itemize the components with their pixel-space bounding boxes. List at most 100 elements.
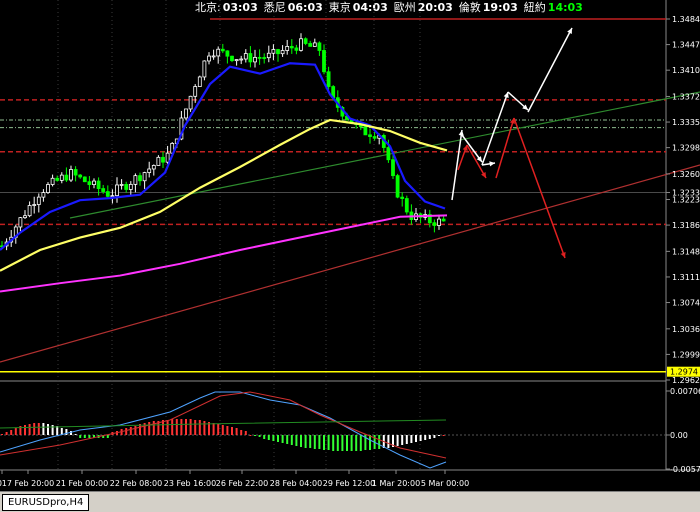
macd-histogram-bar — [240, 430, 243, 435]
candle-body — [165, 152, 170, 163]
candle-body — [156, 156, 161, 166]
macd-histogram-bar — [332, 435, 335, 451]
macd-histogram-bar — [309, 435, 312, 448]
macd-histogram-bar — [235, 428, 238, 435]
macd-histogram-bar — [74, 434, 77, 435]
macd-histogram-bar — [129, 427, 132, 435]
candle-body — [151, 165, 156, 170]
macd-histogram-bar — [401, 435, 404, 445]
macd-histogram-bar — [387, 435, 390, 448]
candle-body — [294, 47, 299, 51]
price-chart[interactable]: 1.34840 1.34470 1.34100 1.33720 1.33350 1.329… — [0, 0, 700, 491]
macd-histogram-bar — [185, 419, 187, 435]
macd-histogram-bar — [346, 435, 348, 451]
macd-histogram-bar — [125, 428, 128, 435]
candle-body — [395, 175, 400, 198]
horizontal-levels — [0, 18, 666, 373]
candle-body — [253, 56, 257, 63]
candle-body — [289, 46, 294, 49]
candle-body — [46, 184, 50, 194]
candle-body — [404, 198, 409, 213]
macd-histogram-bar — [42, 423, 45, 435]
macd-histogram-bar — [33, 423, 36, 435]
macd-tick-label: -0.00577 — [670, 465, 700, 474]
candle-body — [280, 50, 285, 55]
macd-histogram-bar — [410, 435, 413, 443]
trendline-red — [0, 164, 700, 363]
macd-histogram-bar — [231, 427, 233, 435]
chart-tab-bar: EURUSDpro,H4 — [0, 491, 700, 512]
macd-histogram-bar — [336, 435, 339, 451]
macd-histogram-bar — [194, 420, 197, 435]
macd-histogram-bar — [249, 435, 252, 436]
macd-histogram-bar — [175, 419, 178, 435]
candle-body — [271, 49, 276, 54]
candle-body — [202, 60, 207, 78]
macd-histogram-bar — [355, 435, 358, 451]
macd-histogram-bar — [10, 430, 13, 435]
macd-histogram-bar — [226, 426, 229, 435]
candle-body — [138, 175, 142, 182]
candle-body — [69, 169, 73, 181]
price-tick-label: 1.31860 — [672, 221, 700, 230]
macd-histogram-bar — [281, 435, 284, 443]
candle-body — [276, 49, 280, 55]
macd-histogram-bar — [369, 435, 371, 450]
macd-histogram-bar — [323, 435, 325, 450]
candle-body — [372, 136, 377, 139]
candle-body — [220, 48, 225, 52]
forecast-arrow-up-2 — [481, 91, 509, 166]
macd-histogram-bar — [442, 435, 445, 436]
macd-histogram-bar — [267, 435, 270, 440]
macd-histogram-bar — [304, 435, 307, 448]
forecast-arrows — [451, 27, 573, 259]
candle-body — [262, 57, 267, 59]
macd-histogram-bar — [198, 420, 201, 435]
candle-body — [115, 184, 119, 197]
time-tick-label: 17 Feb 20:00 — [2, 479, 54, 488]
candle-body — [391, 159, 395, 177]
candle-body — [193, 86, 198, 97]
candle-body — [437, 218, 441, 226]
time-tick-label: 21 Feb 00:00 — [56, 479, 108, 488]
candle-body — [119, 184, 124, 186]
candle-body — [73, 169, 78, 176]
macd-histogram-bar — [341, 435, 344, 451]
chart-tab-eurusd-h4[interactable]: EURUSDpro,H4 — [2, 494, 90, 511]
macd-histogram-bar — [277, 435, 279, 442]
time-axis: 0017 Feb 20:0021 Feb 00:0022 Feb 08:0023… — [0, 470, 469, 488]
candle-body — [161, 156, 165, 163]
macd-histogram-bar — [5, 432, 8, 435]
price-tick-label: 1.34470 — [672, 41, 700, 50]
candle-body — [128, 183, 133, 190]
candle-body — [211, 55, 216, 58]
candle-body — [368, 134, 372, 137]
candle-body — [23, 215, 27, 219]
macd-histogram-bar — [359, 435, 362, 451]
macd-tick-label: 0.00 — [670, 431, 688, 440]
macd-histogram-bar — [318, 435, 321, 449]
macd-histogram-bar — [415, 435, 417, 442]
macd-histogram-bar — [189, 419, 192, 435]
candle-body — [266, 52, 271, 59]
macd-histogram-bar — [28, 424, 31, 435]
candle-body — [400, 196, 405, 199]
ma-mid-line — [0, 118, 448, 272]
candle-body — [326, 71, 331, 87]
forecast-arrow-red-up-2 — [495, 117, 515, 179]
forecast-arrow-up-3 — [527, 27, 573, 113]
macd-histogram-bar — [152, 421, 155, 435]
price-tick-label: 1.32600 — [672, 170, 700, 179]
candles — [0, 33, 446, 251]
current-price-label: 1.2974 — [670, 368, 698, 377]
macd-histogram-bar — [47, 424, 49, 435]
macd-histogram-bar — [244, 431, 247, 435]
candle-body — [27, 205, 32, 217]
candle-body — [82, 176, 87, 183]
candle-body — [197, 76, 202, 87]
candle-body — [92, 180, 96, 185]
candle-body — [78, 174, 83, 178]
macd-histogram-bar — [290, 435, 293, 445]
candle-body — [243, 53, 248, 60]
time-tick-label: 29 Feb 12:00 — [323, 479, 375, 488]
